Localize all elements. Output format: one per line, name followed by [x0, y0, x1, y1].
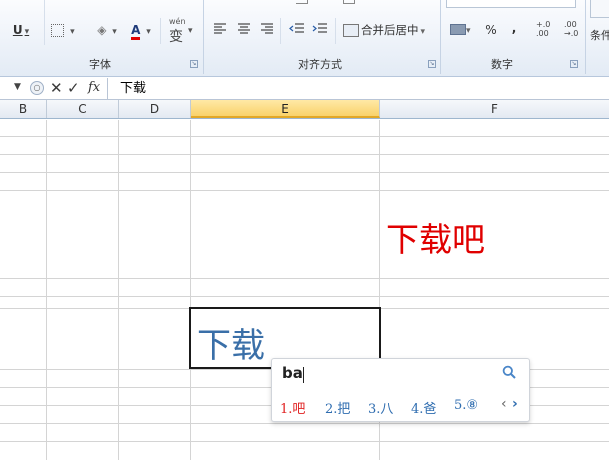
align-center-button[interactable]	[236, 22, 252, 36]
row-gridline	[0, 190, 609, 191]
ime-candidate-3[interactable]: 3.八	[368, 398, 393, 417]
column-header-f[interactable]: F	[380, 100, 609, 118]
decrease-indent-button[interactable]	[289, 22, 305, 36]
fill-color-button[interactable]: ◈	[90, 20, 124, 40]
number-group-label: 数字	[491, 58, 513, 71]
merge-center-button[interactable]: 合并后居中 ▾	[343, 20, 435, 40]
font-dialog-launcher-icon[interactable]: ↘	[190, 60, 198, 68]
align-right-icon	[261, 23, 273, 34]
ime-next-page-button[interactable]: ›	[512, 396, 518, 412]
row-gridline	[0, 172, 609, 173]
currency-button[interactable]: ▾	[450, 22, 476, 38]
border-icon	[51, 24, 65, 37]
number-dialog-launcher-icon[interactable]: ↘	[570, 60, 578, 68]
formula-bar: ▼ ○ ✕ ✓ fx 下载	[0, 78, 609, 100]
borders-button[interactable]	[48, 20, 78, 40]
cell-f-text: 下载吧	[386, 220, 485, 259]
chevron-down-icon: ▾	[420, 27, 426, 37]
column-header-b[interactable]: B	[0, 100, 47, 118]
underline-button[interactable]: U	[6, 20, 36, 40]
column-headers: B C D E F	[0, 100, 609, 119]
row-gridline	[0, 136, 609, 137]
column-header-e[interactable]: E	[191, 100, 380, 118]
row-gridline	[0, 296, 609, 297]
currency-icon	[450, 24, 466, 35]
phonetic-label: wén	[169, 17, 186, 26]
ime-caret	[303, 367, 304, 383]
percent-button[interactable]: %	[481, 20, 501, 40]
align-right-button[interactable]	[259, 22, 275, 36]
row-gridline	[0, 278, 609, 279]
column-gridline	[46, 120, 47, 460]
increase-decimal-button[interactable]: +.0 .00	[536, 20, 556, 40]
ime-composition-text: ba	[282, 364, 303, 382]
name-box-dropdown-icon[interactable]: ▼	[14, 82, 21, 92]
increase-indent-button[interactable]	[312, 22, 328, 36]
alignment-dialog-launcher-icon[interactable]: ↘	[428, 60, 436, 68]
chevron-down-icon: ▾	[466, 26, 471, 36]
ime-candidate-4[interactable]: 4.爸	[411, 398, 436, 417]
font-color-icon: A	[131, 23, 141, 40]
cancel-entry-button[interactable]: ✕	[50, 79, 63, 97]
row-gridline	[0, 441, 609, 442]
separator	[335, 18, 336, 44]
wrap-text-button[interactable]	[343, 0, 423, 4]
phonetic-button[interactable]: wén 变 ▾	[166, 17, 196, 45]
align-center-icon	[238, 23, 250, 34]
decrease-indent-icon	[289, 23, 304, 33]
enter-entry-button[interactable]: ✓	[67, 79, 80, 97]
formula-input[interactable]: 下载	[107, 78, 609, 99]
increase-indent-icon	[312, 23, 327, 33]
align-left-icon	[214, 23, 226, 34]
active-cell-text: 下载	[197, 326, 265, 366]
ribbon: U ◈ A wén 变 ▾ 字体 ↘ 合并后居中▾ 对齐方式 ↘	[0, 0, 609, 77]
merge-center-icon	[343, 24, 359, 37]
alignment-group-label: 对齐方式	[298, 58, 342, 71]
insert-function-button[interactable]: fx	[88, 80, 100, 95]
ime-candidate-5[interactable]: 5.⑧	[454, 398, 478, 413]
group-separator	[440, 0, 441, 74]
row-gridline	[0, 423, 609, 424]
ime-candidate-1[interactable]: 1.吧	[280, 398, 305, 417]
orientation-icon[interactable]	[296, 0, 308, 4]
wrap-text-icon	[343, 0, 355, 4]
chevron-down-icon: ▾	[188, 26, 193, 36]
column-header-d[interactable]: D	[119, 100, 191, 118]
paint-bucket-icon: ◈	[97, 23, 107, 37]
search-icon[interactable]	[502, 365, 516, 379]
separator	[160, 18, 161, 44]
align-left-button[interactable]	[212, 22, 228, 36]
separator	[44, 0, 45, 45]
merge-center-label: 合并后居中	[361, 23, 419, 37]
group-separator	[203, 0, 204, 74]
font-color-button[interactable]: A	[126, 20, 156, 40]
font-group-label: 字体	[89, 58, 111, 71]
conditional-format-icon[interactable]	[590, 0, 609, 18]
ime-candidate-window: ba 1.吧 2.把 3.八 4.爸 5.⑧ ‹ ›	[271, 358, 530, 422]
phonetic-icon: 变	[169, 29, 183, 45]
separator	[280, 18, 281, 44]
column-gridline	[190, 120, 191, 460]
formula-bar-handle-icon[interactable]: ○	[30, 81, 44, 95]
column-header-c[interactable]: C	[47, 100, 119, 118]
group-separator	[585, 0, 586, 74]
ime-candidate-2[interactable]: 2.把	[325, 398, 350, 417]
row-gridline	[0, 154, 609, 155]
comma-style-button[interactable]: ,	[507, 18, 521, 38]
decrease-decimal-button[interactable]: .00 →.0	[564, 20, 584, 40]
conditional-format-label[interactable]: 条件	[590, 27, 609, 43]
ime-prev-page-button[interactable]: ‹	[501, 396, 507, 412]
column-gridline	[118, 120, 119, 460]
number-format-select[interactable]	[446, 0, 576, 8]
